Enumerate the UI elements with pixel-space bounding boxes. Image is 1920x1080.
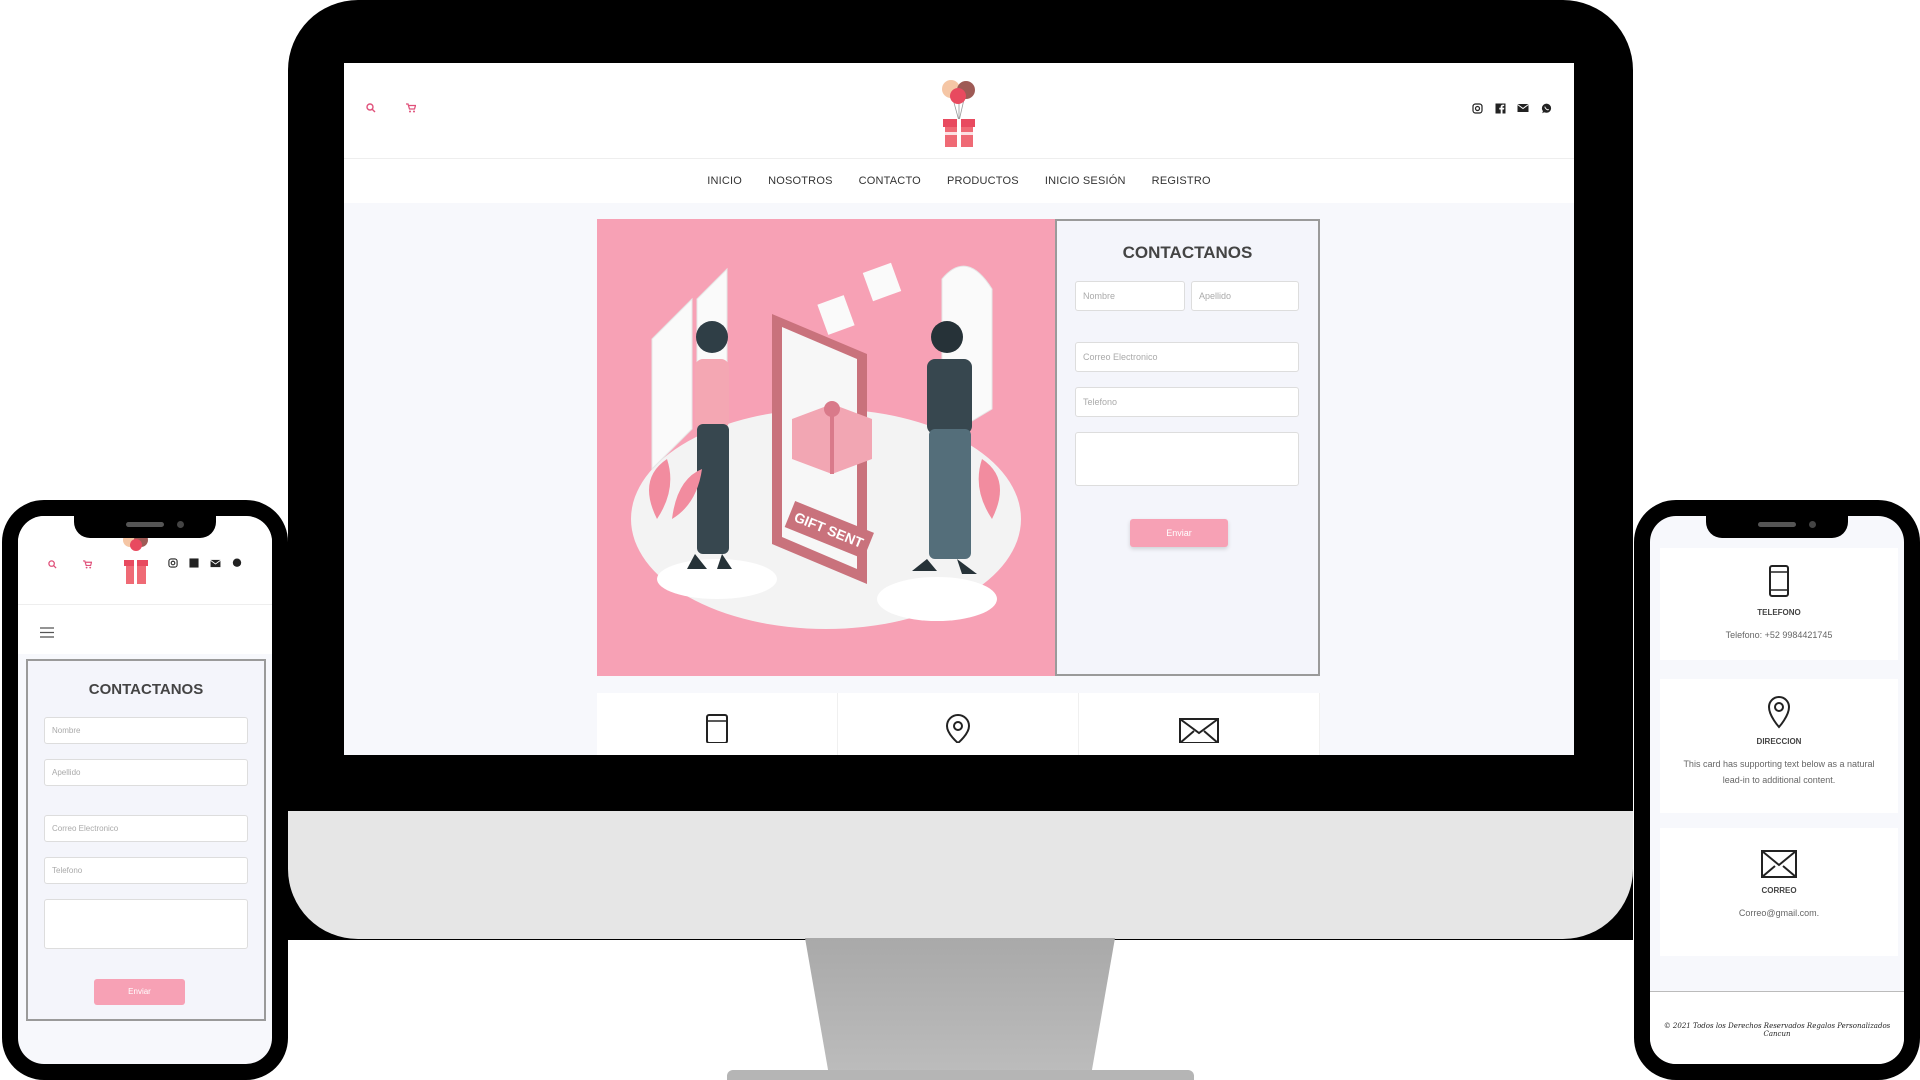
info-text-telefono: Telefono: +52 9984421745	[1725, 630, 1833, 640]
nav-inicio-sesion[interactable]: INICIO SESIÓN	[1045, 175, 1126, 187]
main-nav: INICIO NOSOTROS CONTACTO PRODUCTOS INICI…	[344, 159, 1574, 203]
instagram-icon[interactable]	[1470, 103, 1484, 117]
nav-inicio[interactable]: INICIO	[707, 175, 742, 187]
info-card-telefono	[597, 693, 838, 755]
info-title-telefono: TELEFONO	[1757, 608, 1801, 617]
phone-right-speaker	[1758, 522, 1796, 527]
nav-productos[interactable]: PRODUCTOS	[947, 175, 1019, 187]
phone-left-speaker	[126, 522, 164, 527]
contact-form: CONTACTANOS Nombre Apellido Correo Elect…	[1055, 219, 1320, 676]
mobile-contact-form: CONTACTANOS Nombre Apellido Correo Elect…	[26, 659, 266, 1021]
hero-illustration-panel: GIFT SENT	[597, 219, 1055, 676]
phone-left-frame: CONTACTANOS Nombre Apellido Correo Elect…	[2, 500, 288, 1080]
mobile-cart-icon[interactable]	[83, 554, 93, 573]
last-name-field[interactable]: Apellido	[1191, 281, 1299, 311]
mobile-phone-icon	[1769, 565, 1789, 597]
info-text-direccion: This card has supporting text below as a…	[1683, 759, 1875, 785]
mail-icon[interactable]	[1516, 103, 1530, 117]
mobile-search-icon[interactable]	[48, 554, 57, 573]
nav-registro[interactable]: REGISTRO	[1152, 175, 1211, 187]
hamburger-menu-icon[interactable]	[40, 623, 54, 642]
phone-field[interactable]: Telefono	[1075, 387, 1299, 417]
phone-right-screen: TELEFONO Telefono: +52 9984421745 DIRECC…	[1650, 516, 1904, 1064]
mobile-envelope-icon	[1761, 850, 1797, 878]
info-card-direccion	[838, 693, 1079, 755]
whatsapp-icon[interactable]	[1539, 103, 1553, 117]
info-text-correo: Correo@gmail.com.	[1738, 908, 1820, 918]
info-cards-row	[597, 693, 1320, 755]
desktop-screen: INICIO NOSOTROS CONTACTO PRODUCTOS INICI…	[344, 63, 1574, 755]
logo-gift-balloons[interactable]	[929, 77, 989, 149]
nav-nosotros[interactable]: NOSOTROS	[768, 175, 833, 187]
mobile-message-textarea[interactable]	[44, 899, 248, 949]
mobile-first-name-field[interactable]: Nombre	[44, 717, 248, 744]
mobile-email-field[interactable]: Correo Electronico	[44, 815, 248, 842]
mobile-phone-field[interactable]: Telefono	[44, 857, 248, 884]
mobile-info-card-direccion: DIRECCION This card has supporting text …	[1660, 679, 1898, 813]
facebook-icon[interactable]	[1493, 103, 1507, 117]
phone-left-screen: CONTACTANOS Nombre Apellido Correo Elect…	[18, 516, 272, 1064]
mobile-info-card-telefono: TELEFONO Telefono: +52 9984421745	[1660, 548, 1898, 660]
mobile-mail-icon[interactable]	[210, 553, 221, 572]
info-title-direccion: DIRECCION	[1756, 737, 1802, 746]
info-title-correo: CORREO	[1761, 886, 1797, 895]
phone-left-camera	[177, 521, 184, 528]
first-name-field[interactable]: Nombre	[1075, 281, 1185, 311]
gift-sent-illustration: GIFT SENT	[631, 262, 1021, 629]
phone-right-camera	[1809, 521, 1816, 528]
nav-contacto[interactable]: CONTACTO	[859, 175, 921, 187]
location-pin-icon	[945, 713, 971, 743]
search-icon[interactable]	[364, 103, 378, 117]
mobile-menu-bar	[18, 604, 272, 654]
mobile-logo[interactable]	[120, 530, 152, 586]
mobile-location-pin-icon	[1767, 695, 1791, 729]
contact-form-title: CONTACTANOS	[1122, 243, 1253, 262]
monitor-chin	[288, 811, 1633, 939]
mobile-instagram-icon[interactable]	[168, 553, 178, 572]
mobile-contact-title: CONTACTANOS	[88, 681, 204, 698]
phone-right-frame: TELEFONO Telefono: +52 9984421745 DIRECC…	[1634, 500, 1920, 1080]
mobile-footer: © 2021 Todos los Derechos Reservados Reg…	[1650, 991, 1904, 1064]
envelope-icon	[1179, 718, 1219, 743]
info-card-correo	[1079, 693, 1320, 755]
submit-button[interactable]: Enviar	[1130, 519, 1228, 547]
footer-copyright: © 2021 Todos los Derechos Reservados Reg…	[1663, 1022, 1891, 1038]
email-field[interactable]: Correo Electronico	[1075, 342, 1299, 372]
mobile-info-card-correo: CORREO Correo@gmail.com.	[1660, 828, 1898, 956]
monitor-stand	[805, 938, 1115, 1080]
mobile-facebook-icon[interactable]	[189, 553, 199, 572]
device-mockup-stage: INICIO NOSOTROS CONTACTO PRODUCTOS INICI…	[0, 0, 1920, 1080]
mobile-whatsapp-icon[interactable]	[232, 553, 242, 572]
mobile-last-name-field[interactable]: Apellido	[44, 759, 248, 786]
monitor-base	[727, 1070, 1194, 1080]
cart-icon[interactable]	[404, 103, 418, 117]
site-header	[344, 63, 1574, 159]
mobile-submit-button[interactable]: Enviar	[94, 979, 185, 1005]
phone-icon	[706, 714, 728, 743]
message-textarea[interactable]	[1075, 432, 1299, 486]
